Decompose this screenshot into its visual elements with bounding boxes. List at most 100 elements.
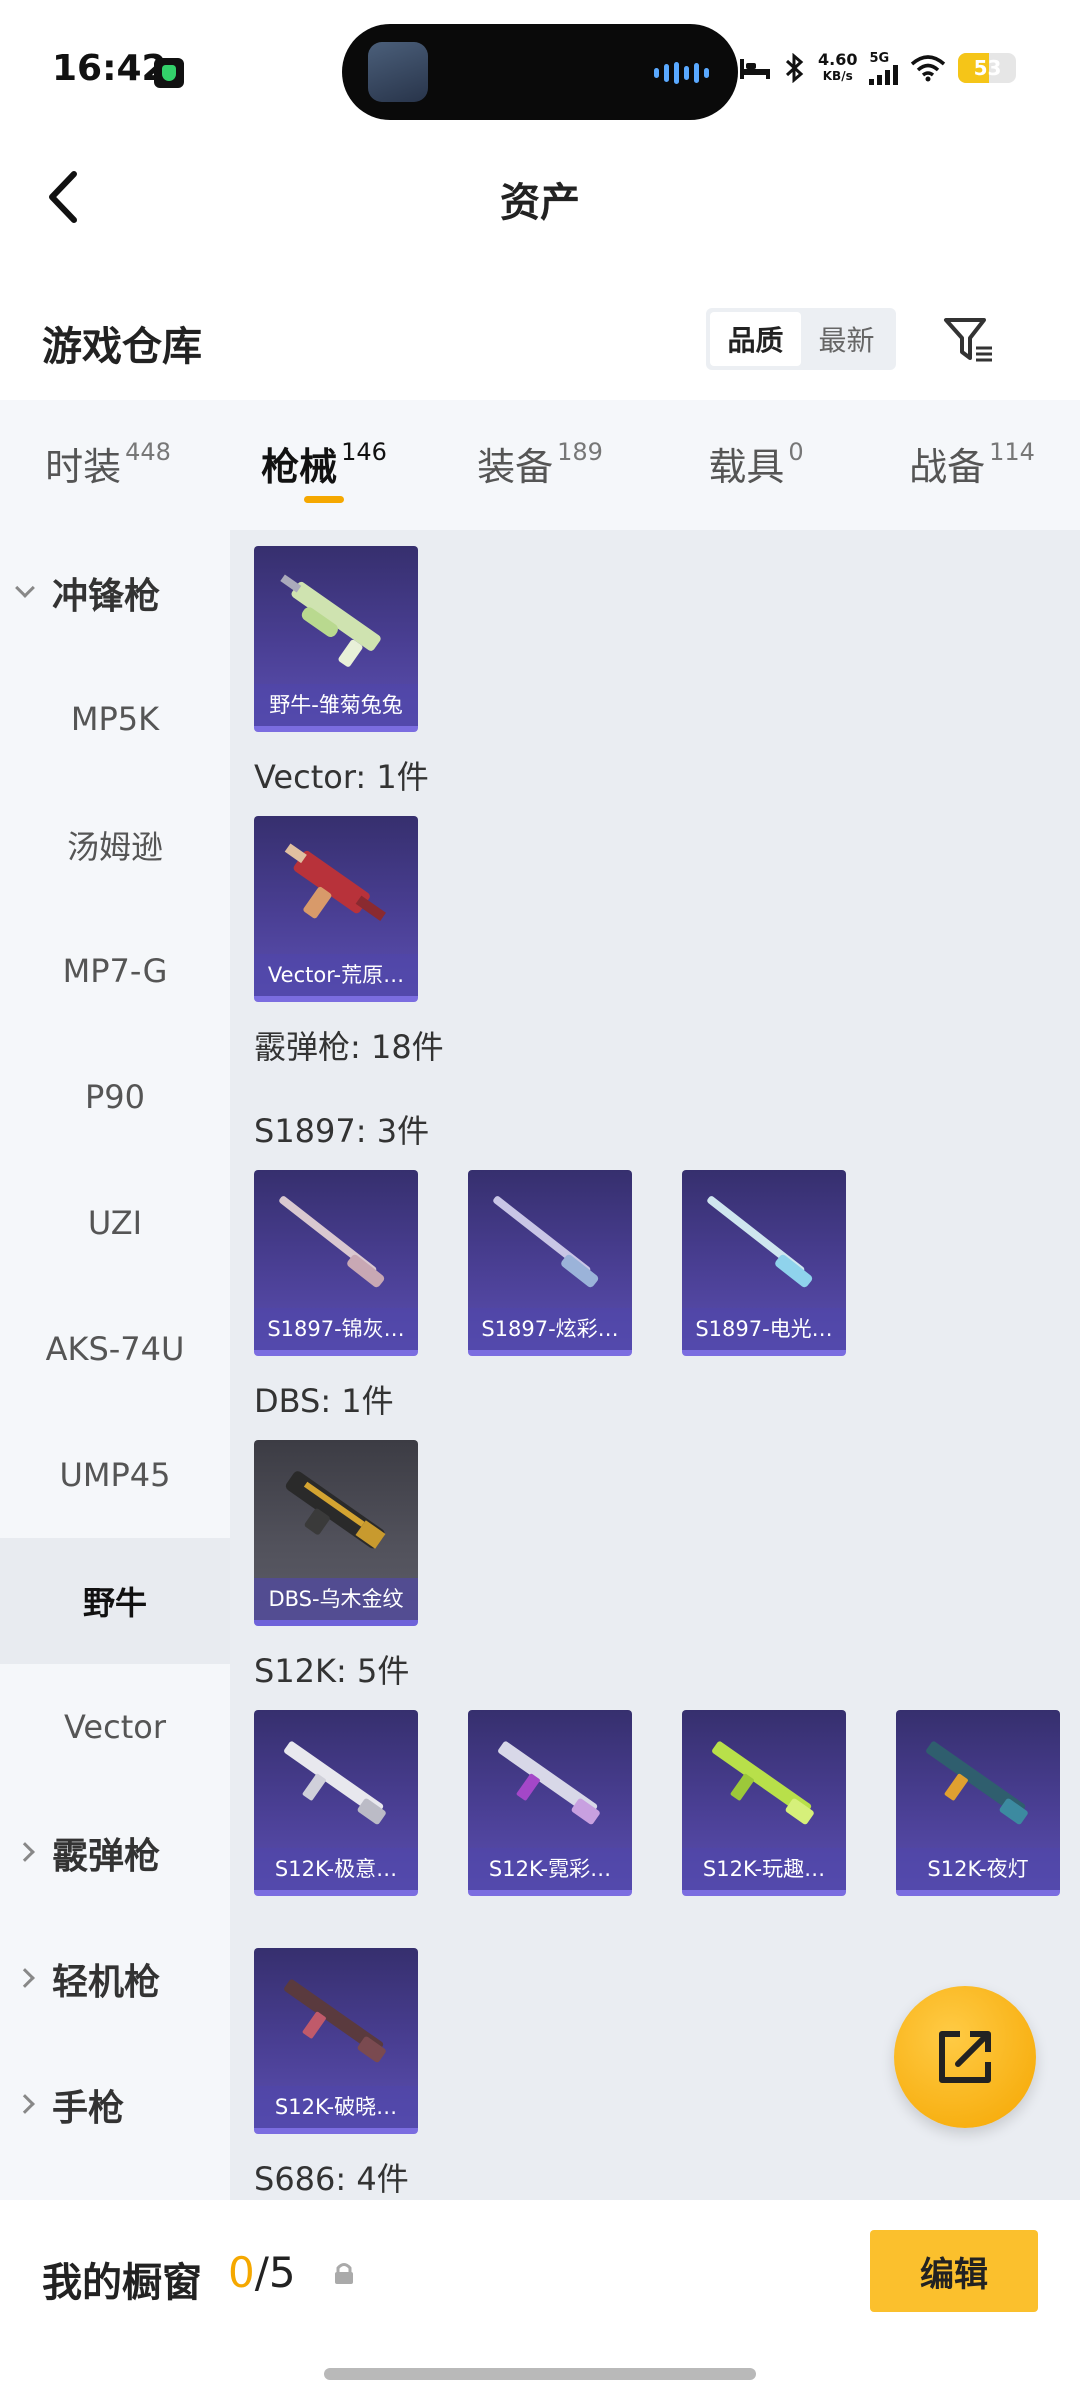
showcase-count: 0/5 [228, 2248, 296, 2297]
bluetooth-icon [785, 53, 804, 83]
sidebar-item-thompson[interactable]: 汤姆逊 [0, 782, 230, 908]
sidebar-group-lmg[interactable]: 轻机枪 [0, 1916, 230, 2042]
bed-icon [740, 59, 770, 79]
sidebar-item-mp5k[interactable]: MP5K [0, 656, 230, 782]
tab-equipment[interactable]: 装备 189 [432, 400, 648, 530]
rifle-gun-icon [284, 1979, 386, 2063]
shotgun-icon [493, 1196, 599, 1288]
tab-label: 装备 [477, 445, 554, 489]
skin-name: S12K-霓彩… [468, 1848, 632, 1890]
tab-count: 114 [989, 438, 1035, 466]
status-time: 16:42 [52, 48, 167, 89]
group-header-s1897: S1897: 3件 [254, 1112, 430, 1150]
sidebar-item-uzi[interactable]: UZI [0, 1160, 230, 1286]
skin-card[interactable]: DBS-乌木金纹 [254, 1440, 418, 1626]
group-header-dbs: DBS: 1件 [254, 1382, 394, 1420]
sidebar-item-bizon[interactable]: 野牛 [0, 1538, 230, 1664]
tab-fashion[interactable]: 时装 448 [0, 400, 216, 530]
tab-label: 枪械 [261, 445, 338, 489]
media-thumbnail [368, 42, 428, 102]
category-tabs: 时装 448 枪械 146 装备 189 载具 0 战备 114 [0, 400, 1080, 530]
home-indicator[interactable] [324, 2368, 756, 2380]
sidebar-group-label: 轻机枪 [52, 1962, 161, 2003]
showcase-total: /5 [254, 2248, 296, 2297]
skin-card[interactable]: S1897-电光… [682, 1170, 846, 1356]
status-bar: 16:42 4.60 KB/s 5G 53 [0, 0, 1080, 140]
chevron-right-icon [15, 1842, 35, 1862]
group-header-s12k: S12K: 5件 [254, 1652, 410, 1690]
dbs-gun-icon [285, 1471, 386, 1549]
group-header-shotgun: 霰弹枪: 18件 [254, 1028, 444, 1066]
skin-card[interactable]: Vector-荒原… [254, 816, 418, 1002]
edit-button[interactable]: 编辑 [870, 2230, 1038, 2312]
skin-name: S1897-炫彩… [468, 1308, 632, 1350]
sidebar-group-smg[interactable]: 冲锋枪 [0, 530, 230, 656]
sidebar-item-ump45[interactable]: UMP45 [0, 1412, 230, 1538]
skin-name: S12K-极意… [254, 1848, 418, 1890]
section-title: 游戏仓库 [42, 324, 202, 370]
skin-card[interactable]: S12K-玩趣… [682, 1710, 846, 1896]
sidebar-group-shotgun[interactable]: 霰弹枪 [0, 1790, 230, 1916]
skin-name: S12K-破晓… [254, 2086, 418, 2128]
tab-gear[interactable]: 战备 114 [864, 400, 1080, 530]
chevron-right-icon [15, 2094, 35, 2114]
signal-bars-icon [869, 64, 899, 85]
tab-firearms[interactable]: 枪械 146 [216, 400, 432, 530]
share-export-icon [939, 2031, 991, 2083]
rifle-gun-icon [712, 1741, 814, 1825]
chevron-right-icon [15, 1968, 35, 1988]
bizon-gun-icon [280, 574, 381, 667]
shotgun-icon [279, 1196, 385, 1288]
sidebar-item-p90[interactable]: P90 [0, 1034, 230, 1160]
skin-card[interactable]: S1897-炫彩… [468, 1170, 632, 1356]
skin-card[interactable]: S12K-霓彩… [468, 1710, 632, 1896]
weapon-skin-list: 野牛-雏菊兔兔 Vector: 1件 Vector-荒原… 霰弹枪: 18件 S… [230, 530, 1080, 2200]
cellular-signal: 5G [869, 50, 899, 85]
skin-card[interactable]: S1897-锦灰… [254, 1170, 418, 1356]
app-header: 资产 [0, 140, 1080, 290]
skin-card[interactable]: 野牛-雏菊兔兔 [254, 546, 418, 732]
tab-label: 战备 [909, 445, 986, 489]
sort-toggle: 品质 最新 [706, 308, 896, 370]
network-speed: 4.60 KB/s [818, 52, 857, 84]
page-title: 资产 [500, 180, 580, 226]
tab-count: 0 [788, 438, 804, 466]
sidebar-group-pistol[interactable]: 手枪 [0, 2042, 230, 2168]
filter-icon[interactable] [940, 312, 996, 368]
sidebar-item-mp7g[interactable]: MP7-G [0, 908, 230, 1034]
skin-card[interactable]: S12K-夜灯 [896, 1710, 1060, 1896]
sidebar-item-aks74u[interactable]: AKS-74U [0, 1286, 230, 1412]
tab-count: 448 [125, 438, 171, 466]
skin-name: S1897-电光… [682, 1308, 846, 1350]
app-notification-icon [154, 58, 184, 88]
chevron-down-icon [15, 578, 35, 598]
skin-card[interactable]: S12K-破晓… [254, 1948, 418, 2134]
rifle-gun-icon [498, 1741, 600, 1825]
group-header-vector: Vector: 1件 [254, 758, 429, 796]
sidebar-item-vector[interactable]: Vector [0, 1664, 230, 1790]
tab-count: 189 [557, 438, 603, 466]
tab-vehicles[interactable]: 载具 0 [648, 400, 864, 530]
share-fab[interactable] [894, 1986, 1036, 2128]
sort-by-newest[interactable]: 最新 [801, 312, 892, 366]
sidebar-group-label: 霰弹枪 [52, 1836, 161, 1877]
sort-by-quality[interactable]: 品质 [710, 312, 801, 366]
warehouse-header: 游戏仓库 品质 最新 [0, 290, 1080, 400]
skin-name: S12K-玩趣… [682, 1848, 846, 1890]
tab-label: 时装 [45, 445, 122, 489]
showcase-label: 我的橱窗 [42, 2260, 202, 2306]
network-speed-unit: KB/s [822, 69, 853, 83]
skin-name: DBS-乌木金纹 [254, 1578, 418, 1620]
network-type: 5G [869, 50, 890, 66]
sidebar-group-label: 手枪 [52, 2088, 125, 2129]
vector-gun-icon [284, 843, 386, 921]
group-header-s686: S686: 4件 [254, 2160, 409, 2198]
dynamic-island[interactable] [342, 24, 738, 120]
shotgun-icon [707, 1196, 813, 1288]
weapon-type-sidebar: 冲锋枪 MP5K 汤姆逊 MP7-G P90 UZI AKS-74U UMP45… [0, 530, 230, 2200]
rifle-gun-icon [284, 1741, 386, 1825]
skin-card[interactable]: S12K-极意… [254, 1710, 418, 1896]
skin-name: 野牛-雏菊兔兔 [254, 684, 418, 726]
skin-name: S12K-夜灯 [896, 1848, 1060, 1890]
sidebar-group-label: 冲锋枪 [52, 576, 161, 617]
